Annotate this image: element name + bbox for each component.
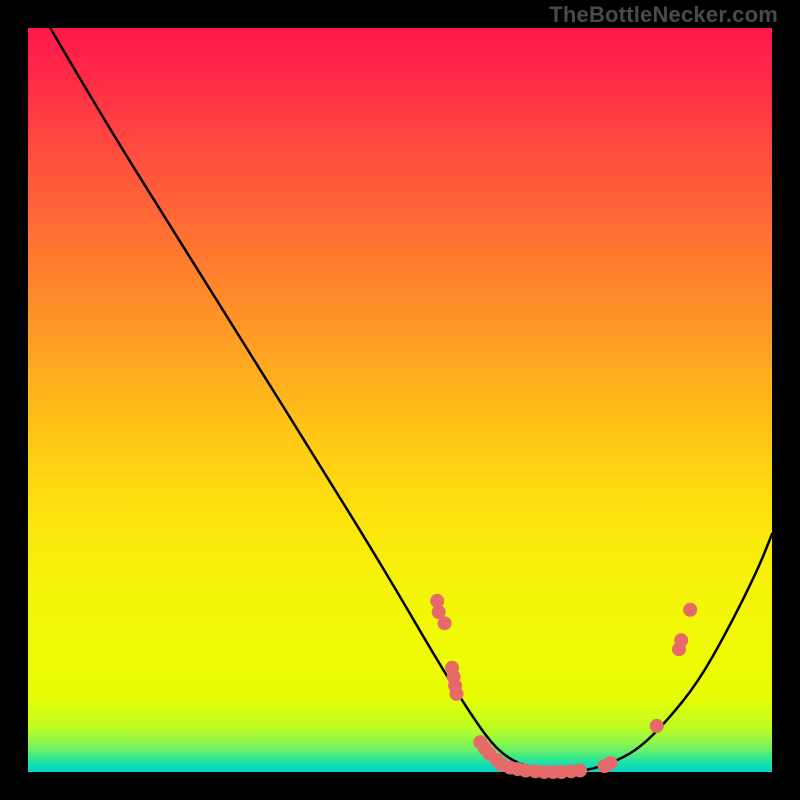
chart-svg (28, 28, 772, 772)
data-marker (683, 603, 697, 617)
chart-frame: TheBottleNecker.com (0, 0, 800, 800)
data-markers (430, 594, 697, 779)
data-marker (450, 687, 464, 701)
data-marker (573, 764, 587, 778)
data-marker (674, 633, 688, 647)
data-marker (438, 616, 452, 630)
bottleneck-curve (50, 28, 772, 772)
watermark-text: TheBottleNecker.com (549, 2, 778, 28)
data-marker (650, 719, 664, 733)
plot-area (28, 28, 772, 772)
data-marker (604, 756, 618, 770)
